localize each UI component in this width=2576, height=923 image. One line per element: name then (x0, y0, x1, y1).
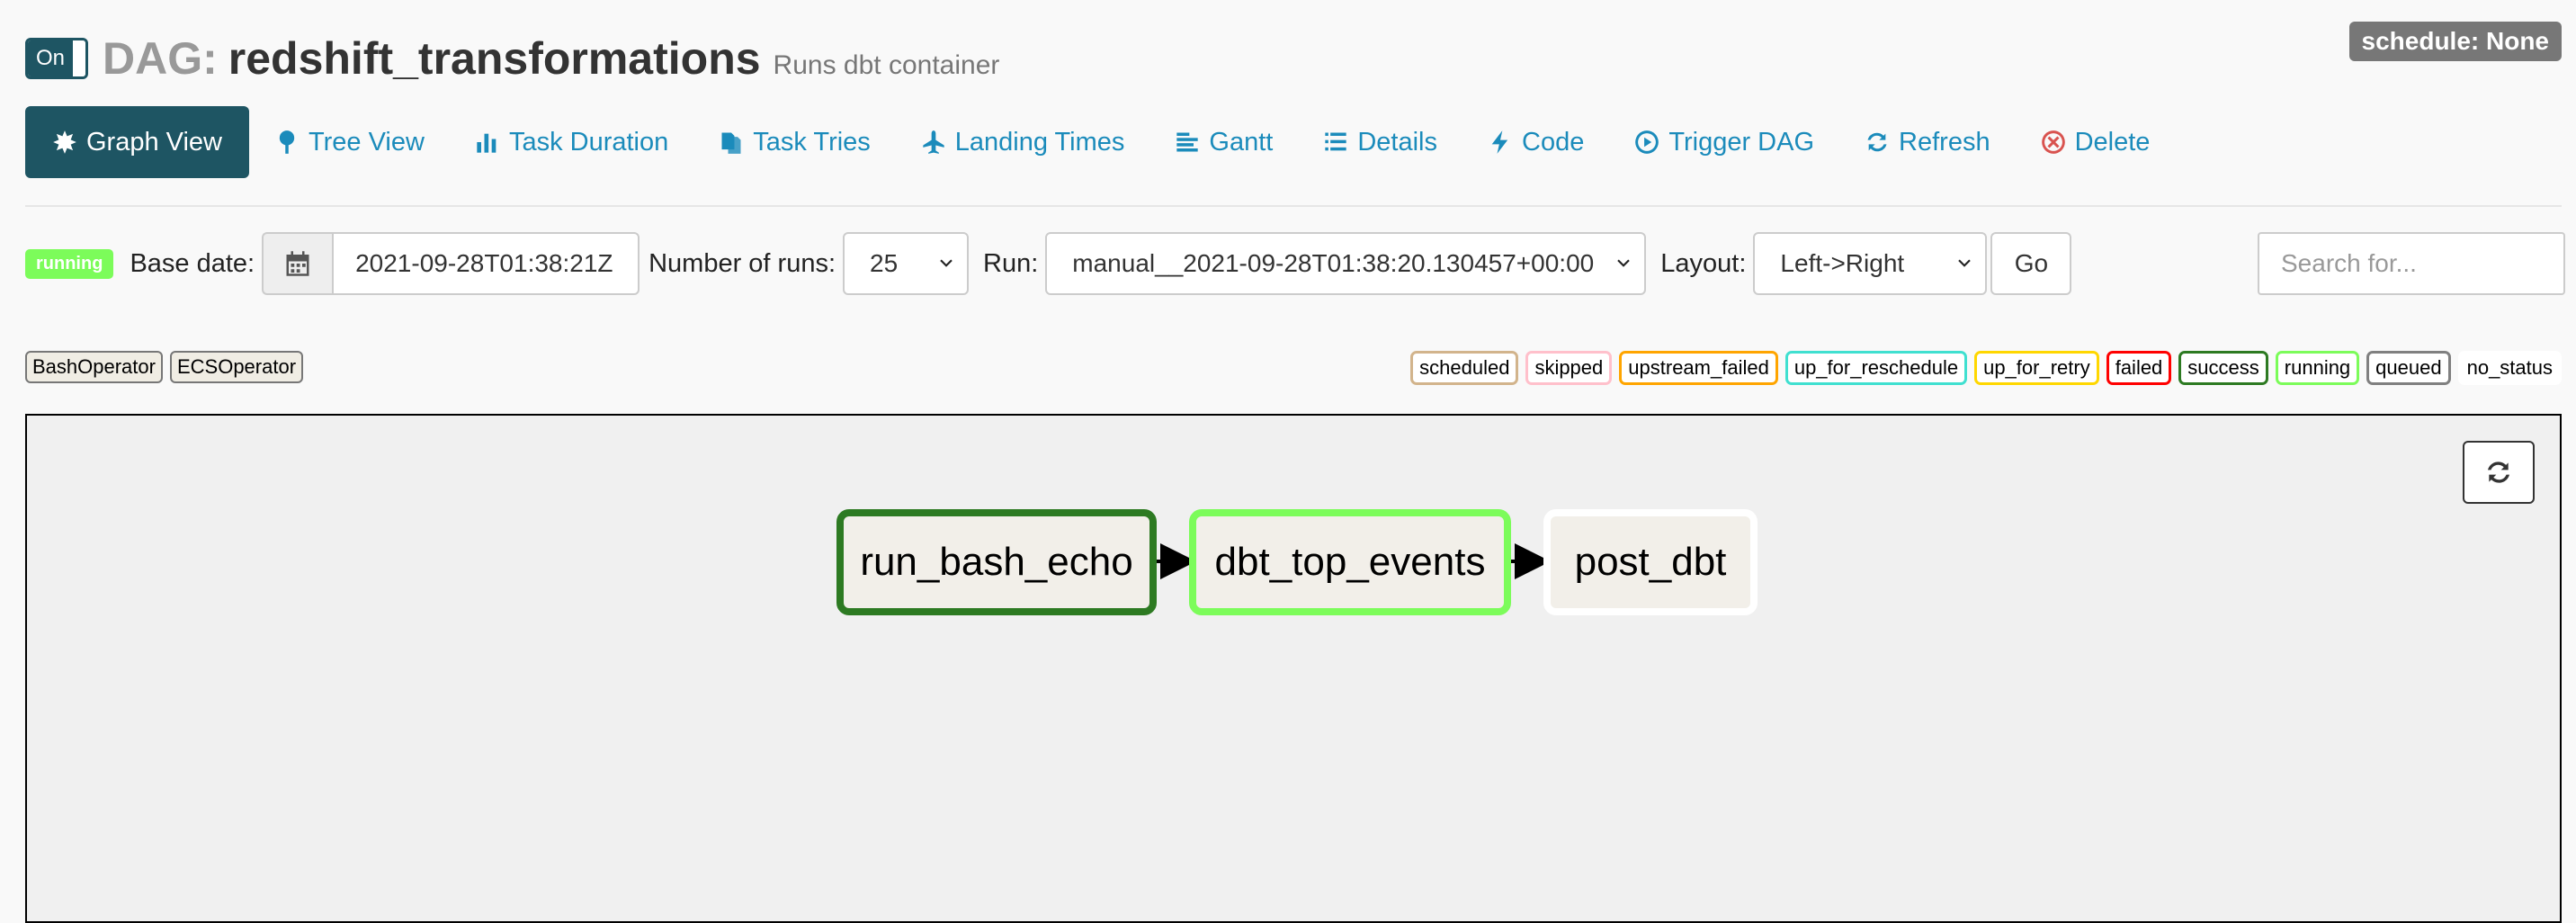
chevron-down-icon (1958, 259, 1972, 267)
tab-label: Task Duration (508, 127, 669, 157)
operator-list: BashOperator ECSOperator (25, 351, 304, 383)
page-title: On DAG: redshift_transformations Runs db… (25, 32, 999, 85)
tab-label: Graph View (86, 127, 222, 157)
dag-graph-canvas[interactable]: run_bash_echo dbt_top_events post_dbt (25, 414, 2562, 923)
legend-queued: queued (2366, 351, 2451, 385)
run-value: manual__2021-09-28T01:38:20.130457+00:00 (1072, 249, 1595, 277)
gantt-icon (1176, 132, 1199, 152)
operator-tag-bash: BashOperator (25, 351, 163, 383)
graph-refresh-button[interactable] (2463, 441, 2535, 504)
chevron-down-icon (1617, 259, 1631, 267)
graph-controls: running Base date: 2021-09-28T01:38:21Z … (25, 232, 2072, 295)
tab-gantt[interactable]: Gantt (1149, 106, 1298, 178)
operator-tag-ecs: ECSOperator (169, 351, 304, 383)
num-runs-select[interactable]: 25 (843, 232, 970, 295)
graph-edges (1157, 543, 1551, 579)
run-label: Run: (983, 248, 1039, 278)
toggle-label: On (28, 40, 73, 76)
legend-no-status: no_status (2457, 351, 2562, 385)
tab-label: Code (1522, 127, 1585, 157)
legend-success: success (2178, 351, 2268, 385)
legend-upstream-failed: upstream_failed (1619, 351, 1778, 385)
refresh-icon (1867, 132, 1887, 152)
tab-label: Tree View (309, 127, 425, 157)
tab-tree-view[interactable]: Tree View (249, 106, 450, 178)
calendar-button[interactable] (262, 232, 333, 295)
toggle-knob (73, 40, 85, 76)
tab-task-duration[interactable]: Task Duration (450, 106, 693, 178)
bolt-icon (1491, 130, 1508, 154)
legend-up-for-reschedule: up_for_reschedule (1784, 351, 1968, 385)
list-icon (1325, 132, 1347, 151)
layout-value: Left->Right (1780, 249, 1905, 277)
run-select[interactable]: manual__2021-09-28T01:38:20.130457+00:00 (1045, 232, 1647, 295)
chevron-down-icon (940, 259, 953, 267)
state-legend: scheduled skipped upstream_failed up_for… (1410, 351, 2562, 385)
tab-code[interactable]: Code (1462, 106, 1609, 178)
go-button[interactable]: Go (1990, 232, 2072, 295)
task-node-dbt-top-events[interactable]: dbt_top_events (1189, 509, 1511, 615)
bar-chart-icon (477, 133, 496, 153)
legend-running: running (2275, 351, 2360, 385)
legend-skipped: skipped (1525, 351, 1613, 385)
legend-up-for-retry: up_for_retry (1974, 351, 2099, 385)
tab-details[interactable]: Details (1298, 106, 1462, 178)
play-circle-icon (1635, 130, 1659, 154)
calendar-icon (286, 251, 309, 276)
refresh-icon (2488, 462, 2509, 483)
tab-label: Details (1357, 127, 1438, 157)
base-date-label: Base date: (130, 248, 255, 278)
layout-label: Layout: (1660, 248, 1747, 278)
num-runs-value: 25 (870, 249, 899, 277)
schedule-badge: schedule: None (2348, 22, 2562, 61)
legend-scheduled: scheduled (1410, 351, 1519, 385)
task-node-label: dbt_top_events (1214, 540, 1486, 584)
dag-run-state-badge: running (25, 248, 114, 279)
tab-label: Trigger DAG (1668, 127, 1815, 157)
x-circle-icon (2041, 130, 2065, 154)
dag-prefix: DAG: (103, 33, 218, 84)
task-node-label: post_dbt (1574, 540, 1727, 584)
files-icon (721, 132, 741, 154)
tab-trigger-dag[interactable]: Trigger DAG (1609, 106, 1839, 178)
divider (25, 205, 2562, 207)
tab-label: Refresh (1899, 127, 1990, 157)
tab-graph-view[interactable]: Graph View (25, 106, 249, 178)
tab-label: Landing Times (954, 127, 1125, 157)
tab-landing-times[interactable]: Landing Times (896, 106, 1150, 178)
dag-nav: Graph View Tree View Task Duration Task … (25, 106, 2175, 178)
tab-delete[interactable]: Delete (2016, 106, 2176, 178)
dag-description: Runs dbt container (773, 50, 1000, 80)
task-node-label: run_bash_echo (860, 540, 1133, 584)
tree-icon (279, 130, 295, 154)
tab-label: Gantt (1209, 127, 1274, 157)
layout-select[interactable]: Left->Right (1753, 232, 1988, 295)
dag-on-off-toggle[interactable]: On (25, 38, 88, 79)
dag-name: redshift_transformations (228, 33, 761, 84)
task-node-run-bash-echo[interactable]: run_bash_echo (836, 509, 1157, 615)
num-runs-label: Number of runs: (648, 248, 836, 278)
tab-task-tries[interactable]: Task Tries (693, 106, 896, 178)
tab-label: Delete (2074, 127, 2151, 157)
tab-refresh[interactable]: Refresh (1839, 106, 2016, 178)
task-node-post-dbt[interactable]: post_dbt (1543, 509, 1758, 615)
search-input[interactable]: Search for... (2258, 232, 2565, 295)
base-date-input[interactable]: 2021-09-28T01:38:21Z (332, 232, 640, 295)
legend-failed: failed (2106, 351, 2172, 385)
tab-label: Task Tries (753, 127, 871, 157)
plane-icon (923, 130, 944, 154)
burst-icon (53, 130, 76, 154)
